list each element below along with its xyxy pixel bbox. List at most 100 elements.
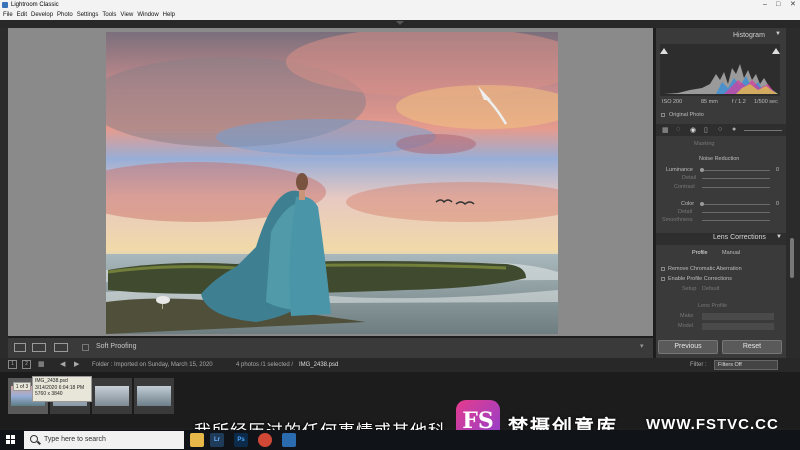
luminance-knob[interactable] <box>700 168 704 172</box>
scroll-thumb[interactable] <box>790 238 794 278</box>
top-panel-collapsed <box>0 20 800 28</box>
radial-filter-icon[interactable]: ○ <box>718 126 722 133</box>
crop-tool-icon[interactable]: ▦ <box>662 126 669 134</box>
luminance-value: 0 <box>776 167 780 173</box>
exif-shutter: 1/500 sec <box>754 99 778 105</box>
thumbnail-4[interactable] <box>134 378 174 414</box>
enable-profile-checkbox[interactable] <box>661 277 665 281</box>
thumbnail-3-image <box>95 386 129 406</box>
menu-develop[interactable]: Develop <box>31 12 53 18</box>
filter-select[interactable]: Filters Off <box>714 360 778 370</box>
loupe-view-icon[interactable] <box>14 343 26 352</box>
brush-slider[interactable] <box>744 130 782 131</box>
reset-button[interactable]: Reset <box>722 340 782 354</box>
menu-photo[interactable]: Photo <box>57 12 73 18</box>
redeye-icon[interactable]: ◉ <box>690 126 696 134</box>
luminance-slider[interactable] <box>702 170 770 171</box>
thumbnail-3[interactable] <box>92 378 132 414</box>
contrast-slider[interactable] <box>702 187 770 188</box>
soft-proofing-label: Soft Proofing <box>96 343 137 350</box>
minimize-icon[interactable]: – <box>763 0 767 10</box>
tab-manual[interactable]: Manual <box>722 250 740 256</box>
histogram-title[interactable]: Histogram <box>733 32 765 39</box>
compare-view-icon[interactable] <box>54 343 68 352</box>
color-slider[interactable] <box>702 204 770 205</box>
menu-view[interactable]: View <box>120 12 133 18</box>
brush-icon[interactable]: ● <box>732 126 736 133</box>
setup-label: Setup <box>682 286 697 292</box>
color-label: Color <box>681 201 695 207</box>
model-label: Model <box>678 323 693 329</box>
left-panel-collapsed[interactable] <box>0 28 8 358</box>
lightroom-logo-icon <box>2 2 8 8</box>
graduated-filter-icon[interactable]: ▯ <box>704 126 708 134</box>
forward-arrow-icon[interactable]: ▶ <box>74 358 79 372</box>
color-detail-slider[interactable] <box>702 212 770 213</box>
page-1-button[interactable]: 1 <box>8 360 17 369</box>
make-select[interactable] <box>702 313 774 320</box>
menu-help[interactable]: Help <box>163 12 175 18</box>
photo-count: 4 photos /1 selected / <box>236 362 294 368</box>
filter-label: Filter : <box>690 362 707 368</box>
lightroom-window: Lightroom Classic – □ ✕ File Edit Develop P… <box>0 0 800 450</box>
setup-value[interactable]: Default <box>702 286 719 292</box>
histogram-toggle-icon[interactable]: ▼ <box>775 31 781 37</box>
exif-aperture: f / 1.2 <box>732 99 746 105</box>
previous-button[interactable]: Previous <box>658 340 718 354</box>
spot-removal-icon[interactable]: ◌ <box>676 126 680 133</box>
app-taskbar-icon[interactable] <box>282 433 296 447</box>
smoothness-slider[interactable] <box>702 220 770 221</box>
title-bar: Lightroom Classic – □ ✕ <box>0 0 800 10</box>
selected-filename: IMG_2438.psd <box>299 362 339 368</box>
back-arrow-icon[interactable]: ◀ <box>60 358 65 372</box>
photoshop-taskbar-icon[interactable]: Ps <box>234 433 248 447</box>
menu-edit[interactable]: Edit <box>17 12 27 18</box>
grid-icon[interactable]: ▦ <box>38 358 45 372</box>
menu-bar: File Edit Develop Photo Settings Tools View Win… <box>0 10 800 20</box>
window-title: Lightroom Classic <box>11 2 59 8</box>
color-detail-label: Detail <box>678 209 693 215</box>
contrast-label: Contrast <box>674 184 695 190</box>
thumbnail-tooltip: IMG_2438.psd 3/14/2020 6:04:18 PM 5760 x… <box>32 376 92 402</box>
tool-strip: ▦ ◌ ◉ ▯ ○ ● <box>656 124 786 136</box>
file-explorer-icon[interactable] <box>190 433 204 447</box>
lens-corrections-header[interactable]: Lens Corrections ▼ <box>656 233 786 245</box>
remove-ca-checkbox[interactable] <box>661 267 665 271</box>
folder-info[interactable]: Folder : Imported on Sunday, March 15, 2… <box>92 358 213 372</box>
smoothness-label: Smoothness <box>662 217 693 223</box>
remove-ca-label: Remove Chromatic Aberration <box>668 266 742 272</box>
right-panel: Histogram ▼ ISO 200 85 mm f / 1.2 1/500 … <box>656 28 786 358</box>
noise-reduction-label: Noise Reduction <box>699 156 740 162</box>
viewer-toolbar: Soft Proofing ▾ <box>8 338 653 358</box>
original-photo-checkbox[interactable] <box>661 113 665 117</box>
detail-label: Detail <box>682 175 697 181</box>
before-after-icon[interactable] <box>32 343 46 352</box>
taskbar-search[interactable]: Type here to search <box>24 431 184 449</box>
collapse-top-icon[interactable] <box>396 21 404 25</box>
windows-start-icon[interactable] <box>6 435 16 445</box>
maximize-icon[interactable]: □ <box>776 0 780 10</box>
chrome-icon[interactable] <box>258 433 272 447</box>
model-select[interactable] <box>702 323 774 330</box>
menu-settings[interactable]: Settings <box>77 12 99 18</box>
close-icon[interactable]: ✕ <box>790 0 796 10</box>
masking-label: Masking <box>694 141 715 147</box>
tab-profile[interactable]: Profile <box>692 250 708 256</box>
menu-tools[interactable]: Tools <box>102 12 116 18</box>
soft-proofing-checkbox[interactable] <box>82 344 89 351</box>
detail-slider[interactable] <box>702 178 770 179</box>
make-label: Make <box>680 313 694 319</box>
color-knob[interactable] <box>700 202 704 206</box>
windows-taskbar: Type here to search Lr Ps <box>0 430 800 450</box>
lightroom-taskbar-icon[interactable]: Lr <box>210 433 224 447</box>
toolbar-menu-icon[interactable]: ▾ <box>640 342 644 350</box>
histogram-graph[interactable] <box>660 44 780 96</box>
thumbnail-4-image <box>137 386 171 406</box>
lens-toggle-icon[interactable]: ▼ <box>776 234 782 240</box>
thumbnail-index-badge: 1 of 3 <box>13 382 31 391</box>
menu-window[interactable]: Window <box>137 12 158 18</box>
page-2-button[interactable]: 2 <box>22 360 31 369</box>
menu-file[interactable]: File <box>3 12 13 18</box>
enable-profile-label: Enable Profile Corrections <box>668 276 732 282</box>
right-panel-scrollbar[interactable] <box>786 28 800 358</box>
